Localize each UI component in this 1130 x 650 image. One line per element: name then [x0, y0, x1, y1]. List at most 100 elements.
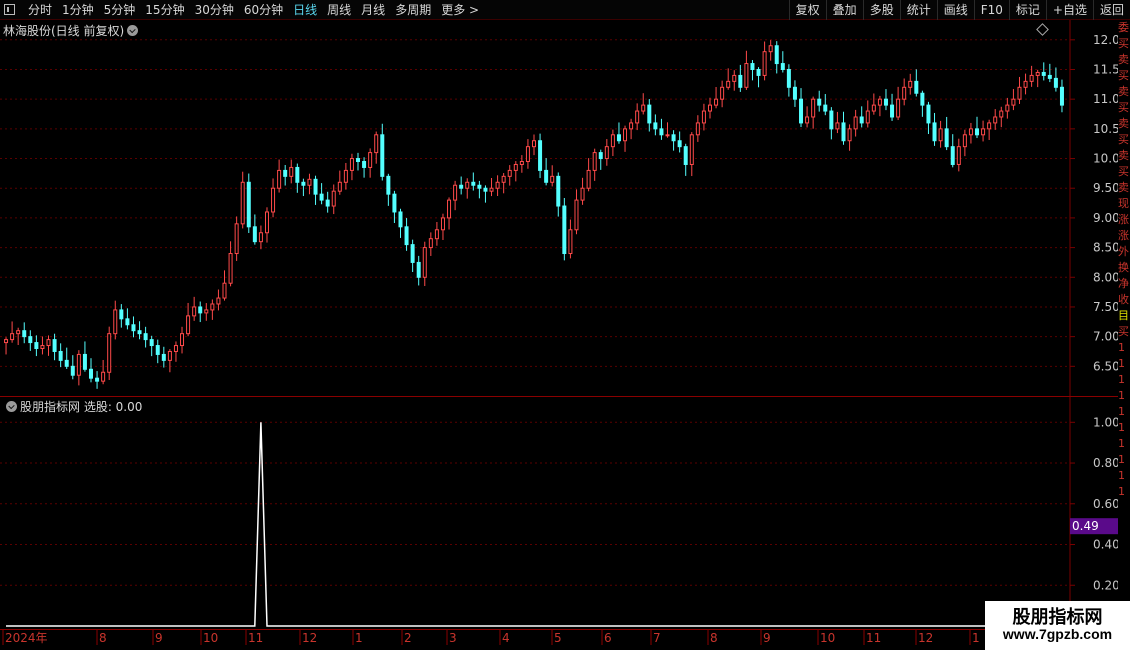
candle: [999, 106, 1004, 128]
side-quote-char: 卖: [1118, 117, 1129, 130]
candle: [841, 111, 846, 145]
side-quote-char: 买: [1118, 133, 1129, 146]
candle: [562, 197, 567, 261]
menu-icon[interactable]: [4, 4, 15, 15]
side-quote-char: 净: [1118, 277, 1129, 290]
date-tick-label: 11: [866, 631, 881, 645]
side-quote-char: 买: [1118, 101, 1129, 114]
candle: [859, 106, 864, 128]
candle: [222, 270, 227, 301]
candle: [786, 64, 791, 97]
period-tab[interactable]: 日线: [288, 1, 322, 18]
candle: [829, 107, 834, 140]
candle: [362, 157, 367, 178]
dropdown-circle-icon[interactable]: [127, 25, 139, 36]
candle: [440, 213, 445, 241]
candle: [738, 64, 743, 92]
candle: [216, 289, 221, 311]
price-tick-label: 9.50: [1093, 181, 1120, 195]
period-tab[interactable]: 分时: [23, 1, 57, 18]
price-tick-label: 6.50: [1093, 359, 1120, 373]
candle: [538, 133, 543, 179]
candle: [76, 350, 81, 386]
current-value-label: 0.49: [1072, 519, 1099, 533]
period-tab[interactable]: 5分钟: [99, 1, 141, 18]
side-quote-char: 买: [1118, 165, 1129, 178]
toolbar-action-button[interactable]: 统计: [899, 0, 937, 20]
period-tab[interactable]: 月线: [356, 1, 390, 18]
toolbar-action-button[interactable]: 标记: [1008, 0, 1046, 20]
period-tab[interactable]: 多周期: [390, 1, 436, 18]
diamond-icon[interactable]: [1036, 23, 1049, 36]
candle: [483, 185, 488, 203]
candle: [944, 116, 949, 151]
candle: [981, 120, 986, 142]
candle: [319, 183, 324, 205]
toolbar-action-button[interactable]: 返回: [1092, 0, 1130, 20]
candle: [756, 67, 761, 88]
period-tab[interactable]: 15分钟: [140, 1, 189, 18]
candle: [307, 173, 312, 195]
candle: [556, 172, 561, 217]
period-tab[interactable]: 1分钟: [57, 1, 99, 18]
date-tick-label: 10: [820, 631, 835, 645]
side-quote-char: 卖: [1118, 53, 1129, 66]
candle: [683, 143, 688, 176]
candle: [301, 178, 306, 197]
candle: [34, 335, 39, 357]
toolbar-action-button[interactable]: 多股: [862, 0, 900, 20]
candle: [968, 122, 973, 144]
toolbar-action-button[interactable]: +自选: [1045, 0, 1093, 20]
candle: [744, 50, 749, 90]
date-tick-label: 9: [155, 631, 163, 645]
side-quote-char: 1: [1118, 485, 1125, 498]
candle: [653, 114, 658, 136]
candle: [501, 173, 506, 194]
side-quote-char: 收: [1118, 293, 1129, 306]
side-quote-char: 委: [1118, 21, 1129, 34]
candle: [962, 129, 967, 157]
indicator-panel-title: 股朋指标网 选股: 0.00: [20, 400, 143, 414]
chart-canvas[interactable]: 6.507.007.508.008.509.009.5010.0010.5011…: [0, 0, 1130, 650]
toolbar-action-button[interactable]: F10: [973, 0, 1009, 20]
candle: [101, 359, 106, 385]
candle: [70, 355, 75, 380]
candle: [173, 341, 178, 362]
toolbar-action-button[interactable]: 叠加: [825, 0, 863, 20]
dropdown-circle-icon[interactable]: [6, 401, 17, 412]
candle: [4, 337, 9, 355]
candle: [956, 138, 961, 172]
indicator-grid: [0, 421, 1070, 586]
indicator-tick-label: 0.80: [1093, 456, 1120, 470]
candle: [938, 120, 943, 148]
period-tab[interactable]: 60分钟: [239, 1, 288, 18]
candle: [689, 132, 694, 177]
toolbar-action-button[interactable]: 复权: [788, 0, 826, 20]
candle: [258, 225, 263, 250]
candle: [805, 106, 810, 128]
candle: [16, 327, 21, 345]
candle: [277, 159, 282, 193]
date-tick-label: 8: [99, 631, 107, 645]
side-quote-char: 买: [1118, 37, 1129, 50]
candle: [434, 221, 439, 246]
candle: [119, 304, 124, 328]
candle: [331, 184, 336, 215]
candle: [368, 148, 373, 178]
side-quote-char: 卖: [1118, 149, 1129, 162]
candle: [701, 103, 706, 131]
toolbar-action-button[interactable]: 画线: [936, 0, 974, 20]
period-tab[interactable]: 30分钟: [190, 1, 239, 18]
side-quote-char: 目: [1118, 309, 1129, 322]
side-quote-char: 买: [1118, 325, 1129, 338]
candle: [313, 175, 318, 205]
candle: [392, 190, 397, 224]
price-tick-label: 7.50: [1093, 300, 1120, 314]
candle: [568, 219, 573, 259]
candle: [459, 176, 464, 195]
period-tab[interactable]: 周线: [322, 1, 356, 18]
candle: [835, 111, 840, 134]
candle: [629, 118, 634, 140]
period-tab[interactable]: 更多 >: [436, 1, 484, 18]
candle: [447, 197, 452, 230]
